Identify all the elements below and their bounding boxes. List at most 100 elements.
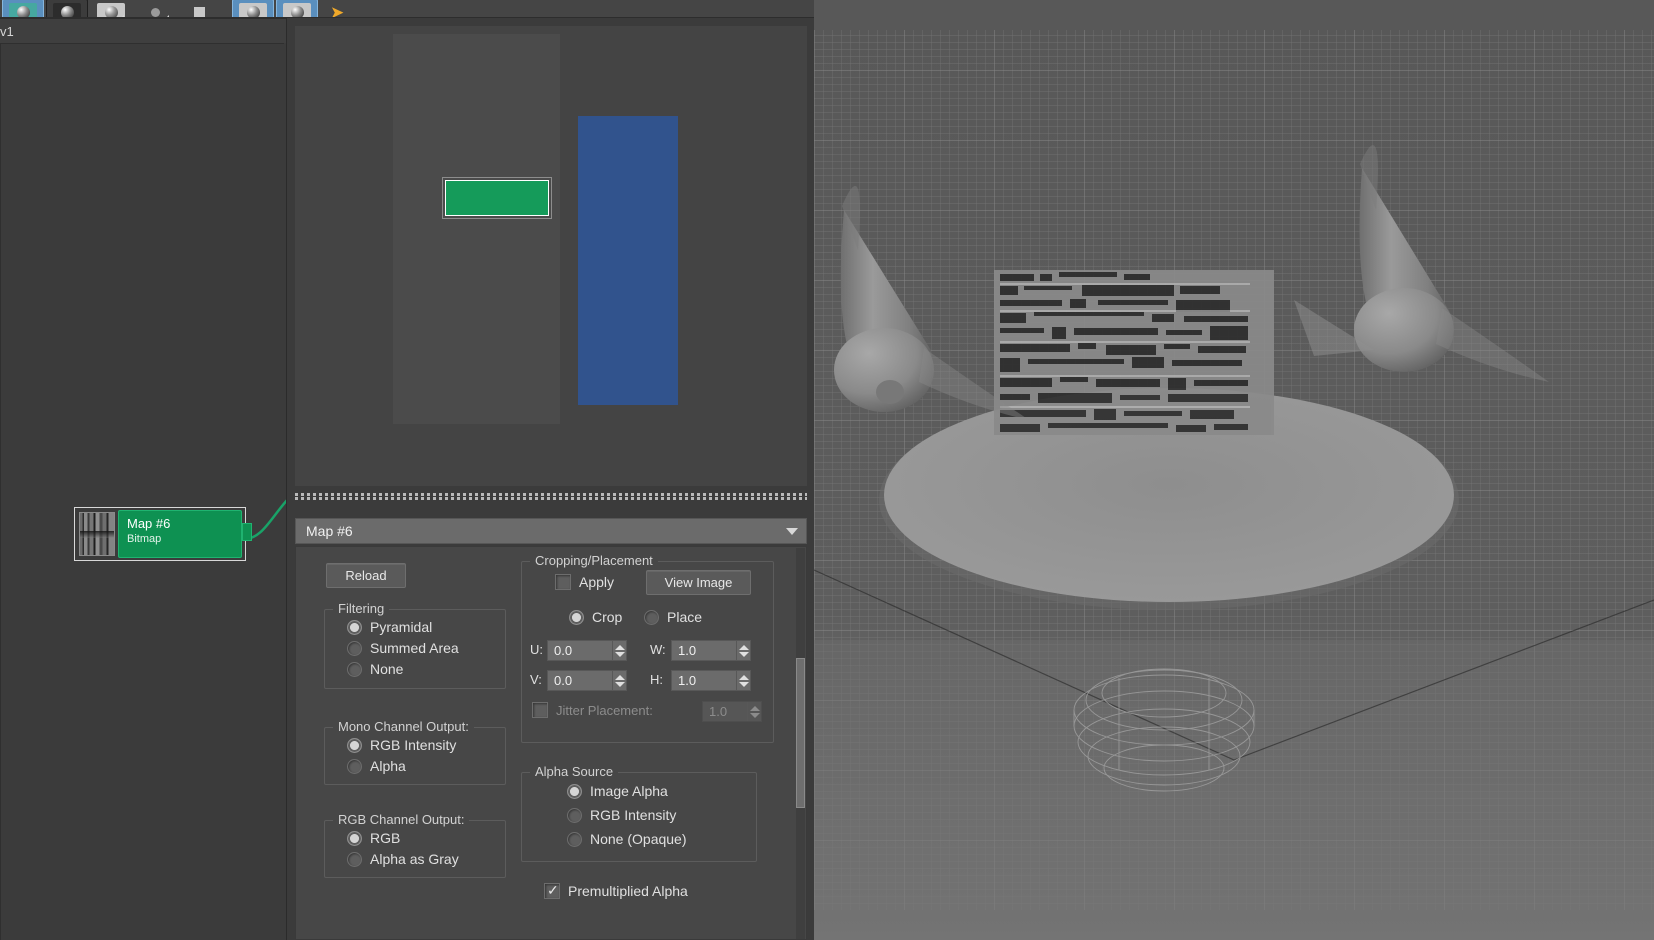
- radio-icon[interactable]: [567, 807, 582, 823]
- spinner-arrows-icon[interactable]: [612, 671, 626, 690]
- node-output-port[interactable]: [242, 523, 252, 541]
- radio-icon[interactable]: [347, 758, 362, 774]
- checkbox-icon[interactable]: [532, 702, 548, 718]
- radio-icon[interactable]: [347, 830, 362, 846]
- radio-label: Alpha as Gray: [370, 851, 459, 867]
- jitter-value[interactable]: 1.0: [703, 704, 747, 719]
- v-label: V:: [530, 672, 542, 687]
- filtering-group-title: Filtering: [333, 601, 390, 616]
- preview-light-band: [393, 34, 560, 424]
- radio-image-alpha[interactable]: Image Alpha: [567, 783, 668, 799]
- spinner-arrows-icon[interactable]: [736, 641, 750, 660]
- radio-icon[interactable]: [567, 831, 582, 847]
- toolbar-button-make-preview[interactable]: [232, 0, 274, 17]
- radio-label: Image Alpha: [590, 783, 668, 799]
- mono-channel-output-group: Mono Channel Output: RGB Intensity Alpha: [324, 719, 506, 785]
- u-spinner[interactable]: 0.0: [547, 640, 627, 661]
- toolbar-button-material-sample-sphere[interactable]: [2, 0, 44, 17]
- chevron-down-icon[interactable]: [786, 527, 798, 535]
- v-spinner[interactable]: 0.0: [547, 670, 627, 691]
- premultiplied-alpha-checkbox[interactable]: Premultiplied Alpha: [544, 882, 688, 899]
- apply-checkbox[interactable]: Apply: [555, 574, 614, 590]
- toolbar-button-material-dark-sphere[interactable]: [46, 0, 88, 17]
- checkbox-icon[interactable]: [544, 882, 560, 899]
- alpha-source-title: Alpha Source: [530, 764, 619, 779]
- view-image-label: View Image: [664, 575, 733, 590]
- radio-filtering-pyramidal[interactable]: Pyramidal: [347, 619, 432, 635]
- sphere-dark-icon: [283, 2, 311, 17]
- spinner-arrows-icon[interactable]: [612, 641, 626, 660]
- h-spinner[interactable]: 1.0: [671, 670, 751, 691]
- cursor-arrow-icon[interactable]: ➤: [330, 3, 344, 17]
- spinner-arrows-icon[interactable]: [747, 702, 761, 721]
- toolbar-button-assign-material[interactable]: [90, 0, 132, 17]
- small-sphere-icon: [140, 3, 170, 17]
- square-icon: [184, 3, 214, 17]
- radio-label: RGB Intensity: [590, 807, 677, 823]
- spinner-arrows-icon[interactable]: [736, 671, 750, 690]
- h-label: H:: [650, 672, 663, 687]
- radio-icon[interactable]: [347, 640, 362, 656]
- radio-label: Place: [667, 609, 703, 625]
- material-editor-toolbar: ➤: [0, 0, 814, 18]
- radio-filtering-summed-area[interactable]: Summed Area: [347, 640, 459, 656]
- sphere-square-icon: [239, 2, 267, 17]
- w-value[interactable]: 1.0: [672, 643, 736, 658]
- disc-texture: [994, 270, 1274, 435]
- radio-icon[interactable]: [644, 609, 659, 625]
- jitter-placement-checkbox[interactable]: Jitter Placement:: [532, 702, 653, 718]
- preview-green-swatch[interactable]: [442, 177, 552, 219]
- radio-icon[interactable]: [347, 619, 362, 635]
- mono-channel-output-title: Mono Channel Output:: [333, 719, 474, 734]
- bitmap-parameters-rollout: Reload Filtering Pyramidal Summed Area N…: [295, 546, 807, 940]
- slate-node-view: v1 Map #6 Bitmap: [0, 18, 289, 940]
- parameters-scrollbar[interactable]: [796, 548, 805, 939]
- node-body[interactable]: Map #6 Bitmap: [118, 510, 242, 558]
- material-parameters-panel: Map #6 Reload Filtering Pyramidal Summed…: [286, 18, 814, 940]
- node-title: Map #6: [127, 516, 171, 531]
- apply-label: Apply: [579, 574, 615, 590]
- radio-filtering-none[interactable]: None: [347, 661, 403, 677]
- sphere-light-icon: [97, 2, 125, 17]
- toolbar-button-material-id-channel[interactable]: [276, 0, 318, 17]
- u-value[interactable]: 0.0: [548, 643, 612, 658]
- reload-button[interactable]: Reload: [326, 563, 406, 588]
- jitter-spinner[interactable]: 1.0: [702, 701, 762, 722]
- viewport-canvas: [814, 0, 1654, 940]
- radio-mono-rgb-intensity[interactable]: RGB Intensity: [347, 737, 456, 753]
- alpha-source-group: Alpha Source Image Alpha RGB Intensity N…: [521, 764, 757, 862]
- radio-alpha-rgb-intensity[interactable]: RGB Intensity: [567, 807, 676, 823]
- radio-icon[interactable]: [569, 609, 584, 625]
- radio-label: Summed Area: [370, 640, 459, 656]
- sphere-dark-icon: [53, 2, 81, 17]
- radio-label: None: [370, 661, 404, 677]
- map-name-dropdown[interactable]: Map #6: [295, 518, 807, 544]
- view-image-button[interactable]: View Image: [646, 570, 751, 595]
- radio-label: None (Opaque): [590, 831, 687, 847]
- toolbar-button-show-end-result[interactable]: [178, 0, 220, 17]
- radio-icon[interactable]: [567, 783, 582, 799]
- radio-place[interactable]: Place: [644, 609, 702, 625]
- radio-icon[interactable]: [347, 851, 362, 867]
- radio-label: Alpha: [370, 758, 406, 774]
- w-spinner[interactable]: 1.0: [671, 640, 751, 661]
- perspective-viewport[interactable]: [814, 0, 1654, 940]
- toolbar-button-show-in-viewport[interactable]: [134, 0, 176, 17]
- scrollbar-thumb[interactable]: [796, 658, 805, 808]
- node-view-canvas[interactable]: Map #6 Bitmap: [0, 43, 289, 940]
- map-node[interactable]: Map #6 Bitmap: [74, 507, 252, 561]
- reload-label: Reload: [345, 568, 387, 583]
- radio-icon[interactable]: [347, 737, 362, 753]
- preview-blue-swatch: [578, 116, 678, 405]
- checkbox-icon[interactable]: [555, 574, 571, 590]
- radio-alpha-as-gray[interactable]: Alpha as Gray: [347, 851, 459, 867]
- radio-none-opaque[interactable]: None (Opaque): [567, 831, 687, 847]
- panel-splitter[interactable]: [287, 492, 815, 502]
- h-value[interactable]: 1.0: [672, 673, 736, 688]
- v-value[interactable]: 0.0: [548, 673, 612, 688]
- radio-mono-alpha[interactable]: Alpha: [347, 758, 406, 774]
- radio-icon[interactable]: [347, 661, 362, 677]
- radio-rgb[interactable]: RGB: [347, 830, 400, 846]
- radio-crop[interactable]: Crop: [569, 609, 622, 625]
- material-preview-area[interactable]: [295, 26, 807, 486]
